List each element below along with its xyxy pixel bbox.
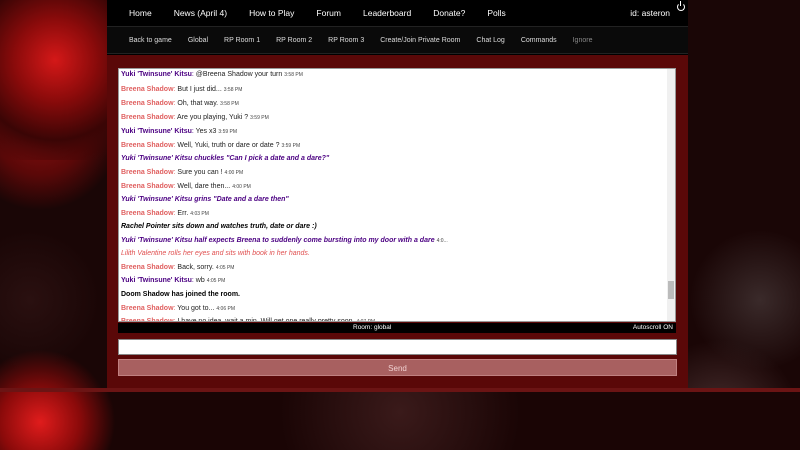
chat-message: Breena Shadow: I have no idea, wait a mi… xyxy=(121,318,376,322)
message-timestamp: 4:06 PM xyxy=(216,306,236,312)
message-timestamp: 3:59 PM xyxy=(250,115,269,121)
message-author[interactable]: Yuki 'Twinsune' Kitsu xyxy=(121,71,192,78)
chat-message: Yuki 'Twinsune' Kitsu chuckles "Can I pi… xyxy=(121,155,329,162)
chat-log: Yuki 'Twinsune' Kitsu: @Breena Shadow yo… xyxy=(118,68,676,322)
nav-item-polls[interactable]: Polls xyxy=(487,8,505,18)
message-author[interactable]: Breena Shadow xyxy=(121,100,174,107)
tab-ignore[interactable]: Ignore xyxy=(573,37,593,44)
message-text: Back, sorry. xyxy=(177,264,214,271)
message-text: wb xyxy=(195,277,205,284)
chat-message: Rachel Pointer sits down and watches tru… xyxy=(121,223,317,230)
chat-message: Breena Shadow: Well, dare then... 4:00 PM xyxy=(121,183,251,190)
emote-text: Rachel Pointer sits down and watches tru… xyxy=(121,223,317,230)
background-bottom xyxy=(0,392,800,450)
chat-message: Breena Shadow: Are you playing, Yuki ? 3:… xyxy=(121,114,269,121)
tab-back-to-game[interactable]: Back to game xyxy=(129,37,172,44)
tab-chat-log[interactable]: Chat Log xyxy=(476,37,504,44)
message-author[interactable]: Breena Shadow xyxy=(121,169,174,176)
chat-message: Yuki 'Twinsune' Kitsu: @Breena Shadow yo… xyxy=(121,71,303,78)
chat-message: Breena Shadow: Well, Yuki, truth or dare… xyxy=(121,142,300,149)
message-text: I have no idea, wait a min. Will get one… xyxy=(177,318,355,322)
message-author[interactable]: Breena Shadow xyxy=(121,142,174,149)
message-input[interactable] xyxy=(118,339,677,355)
send-button[interactable]: Send xyxy=(118,359,677,376)
message-author[interactable]: Breena Shadow xyxy=(121,305,174,312)
message-timestamp: 4:00 PM xyxy=(224,170,244,176)
chat-status-bar: Room: global Autoscroll ON xyxy=(118,323,676,333)
tab-rp-room-1[interactable]: RP Room 1 xyxy=(224,37,260,44)
emote-text: Lilith Valentine rolls her eyes and sits… xyxy=(121,250,310,257)
chat-room-navigation: Back to game Global RP Room 1 RP Room 2 RP R… xyxy=(107,26,688,54)
chat-message: Breena Shadow: Err. 4:03 PM xyxy=(121,210,209,217)
tab-global[interactable]: Global xyxy=(188,37,208,44)
message-text: Are you playing, Yuki ? xyxy=(177,114,249,121)
message-text: @Breena Shadow your turn xyxy=(195,71,283,78)
message-timestamp: 4:05 PM xyxy=(206,278,226,284)
message-author[interactable]: Yuki 'Twinsune' Kitsu xyxy=(121,277,192,284)
message-author[interactable]: Yuki 'Twinsune' Kitsu xyxy=(121,128,192,135)
nav-item-home[interactable]: Home xyxy=(129,8,152,18)
message-timestamp: 3:58 PM xyxy=(223,87,243,93)
nav-item-donate[interactable]: Donate? xyxy=(433,8,465,18)
tab-commands[interactable]: Commands xyxy=(521,37,557,44)
message-timestamp: 4:07 PM xyxy=(356,319,376,322)
tab-rp-room-3[interactable]: RP Room 3 xyxy=(328,37,364,44)
scrollbar-thumb[interactable] xyxy=(668,281,674,299)
chat-area: Yuki 'Twinsune' Kitsu: @Breena Shadow yo… xyxy=(107,55,688,388)
emote-text: Yuki 'Twinsune' Kitsu grins "Date and a … xyxy=(121,196,289,203)
message-timestamp: 3:58 PM xyxy=(220,101,239,107)
message-timestamp: 3:58 PM xyxy=(284,72,303,78)
background-decoration xyxy=(0,0,107,160)
message-author[interactable]: Breena Shadow xyxy=(121,114,174,121)
message-author[interactable]: Breena Shadow xyxy=(121,264,174,271)
chat-message: Breena Shadow: Sure you can ! 4:00 PM xyxy=(121,169,243,176)
chat-message: Breena Shadow: Oh, that way. 3:58 PM xyxy=(121,100,239,107)
power-icon[interactable] xyxy=(677,1,685,11)
message-author[interactable]: Breena Shadow xyxy=(121,318,174,321)
chat-message: Lilith Valentine rolls her eyes and sits… xyxy=(121,250,310,257)
message-timestamp: 4:00 PM xyxy=(232,184,251,190)
main-container: Home News (April 4) How to Play Forum Leader… xyxy=(107,0,688,388)
chat-message: Yuki 'Twinsune' Kitsu: wb 4:05 PM xyxy=(121,277,225,284)
chat-message: Yuki 'Twinsune' Kitsu: Yes x3 3:59 PM xyxy=(121,128,237,135)
message-text: Well, dare then... xyxy=(177,183,231,190)
message-timestamp: 3:59 PM xyxy=(218,129,238,135)
room-indicator: Room: global xyxy=(353,324,392,331)
top-navigation: Home News (April 4) How to Play Forum Leader… xyxy=(107,0,688,26)
chat-message: Yuki 'Twinsune' Kitsu grins "Date and a … xyxy=(121,196,289,203)
message-timestamp: 3:59 PM xyxy=(281,143,301,149)
message-timestamp: 4:03 PM xyxy=(190,211,209,217)
message-text: But I just did... xyxy=(177,86,222,93)
nav-item-leaderboard[interactable]: Leaderboard xyxy=(363,8,411,18)
emote-text: Yuki 'Twinsune' Kitsu half expects Breen… xyxy=(121,237,435,244)
tab-create-join-private-room[interactable]: Create/Join Private Room xyxy=(380,37,460,44)
autoscroll-toggle[interactable]: Autoscroll ON xyxy=(633,324,673,331)
nav-item-news-april-4[interactable]: News (April 4) xyxy=(174,8,227,18)
message-text: Sure you can ! xyxy=(177,169,223,176)
chat-message: Breena Shadow: Back, sorry. 4:05 PM xyxy=(121,264,234,271)
message-text: Well, Yuki, truth or dare or date ? xyxy=(177,142,280,149)
system-message: Doom Shadow has joined the room. xyxy=(121,291,241,298)
emote-text: Yuki 'Twinsune' Kitsu chuckles "Can I pi… xyxy=(121,155,330,162)
message-text: Err. xyxy=(177,210,189,217)
message-author[interactable]: Breena Shadow xyxy=(121,86,174,93)
message-text: You got to... xyxy=(177,305,215,312)
chat-message: Doom Shadow has joined the room. xyxy=(121,291,240,298)
user-id-label[interactable]: id: asteron xyxy=(630,8,670,18)
chat-message: Yuki 'Twinsune' Kitsu half expects Breen… xyxy=(121,237,448,244)
message-timestamp: 4:0... xyxy=(436,238,448,244)
nav-item-forum[interactable]: Forum xyxy=(316,8,341,18)
chat-message: Breena Shadow: You got to... 4:06 PM xyxy=(121,305,235,312)
tab-rp-room-2[interactable]: RP Room 2 xyxy=(276,37,312,44)
message-text: Yes x3 xyxy=(195,128,217,135)
nav-item-how-to-play[interactable]: How to Play xyxy=(249,8,294,18)
message-author[interactable]: Breena Shadow xyxy=(121,183,174,190)
message-timestamp: 4:05 PM xyxy=(215,265,235,271)
chat-scrollbar[interactable] xyxy=(667,69,675,321)
chat-message: Breena Shadow: But I just did... 3:58 PM xyxy=(121,86,242,93)
message-author[interactable]: Breena Shadow xyxy=(121,210,174,217)
message-text: Oh, that way. xyxy=(177,100,219,107)
